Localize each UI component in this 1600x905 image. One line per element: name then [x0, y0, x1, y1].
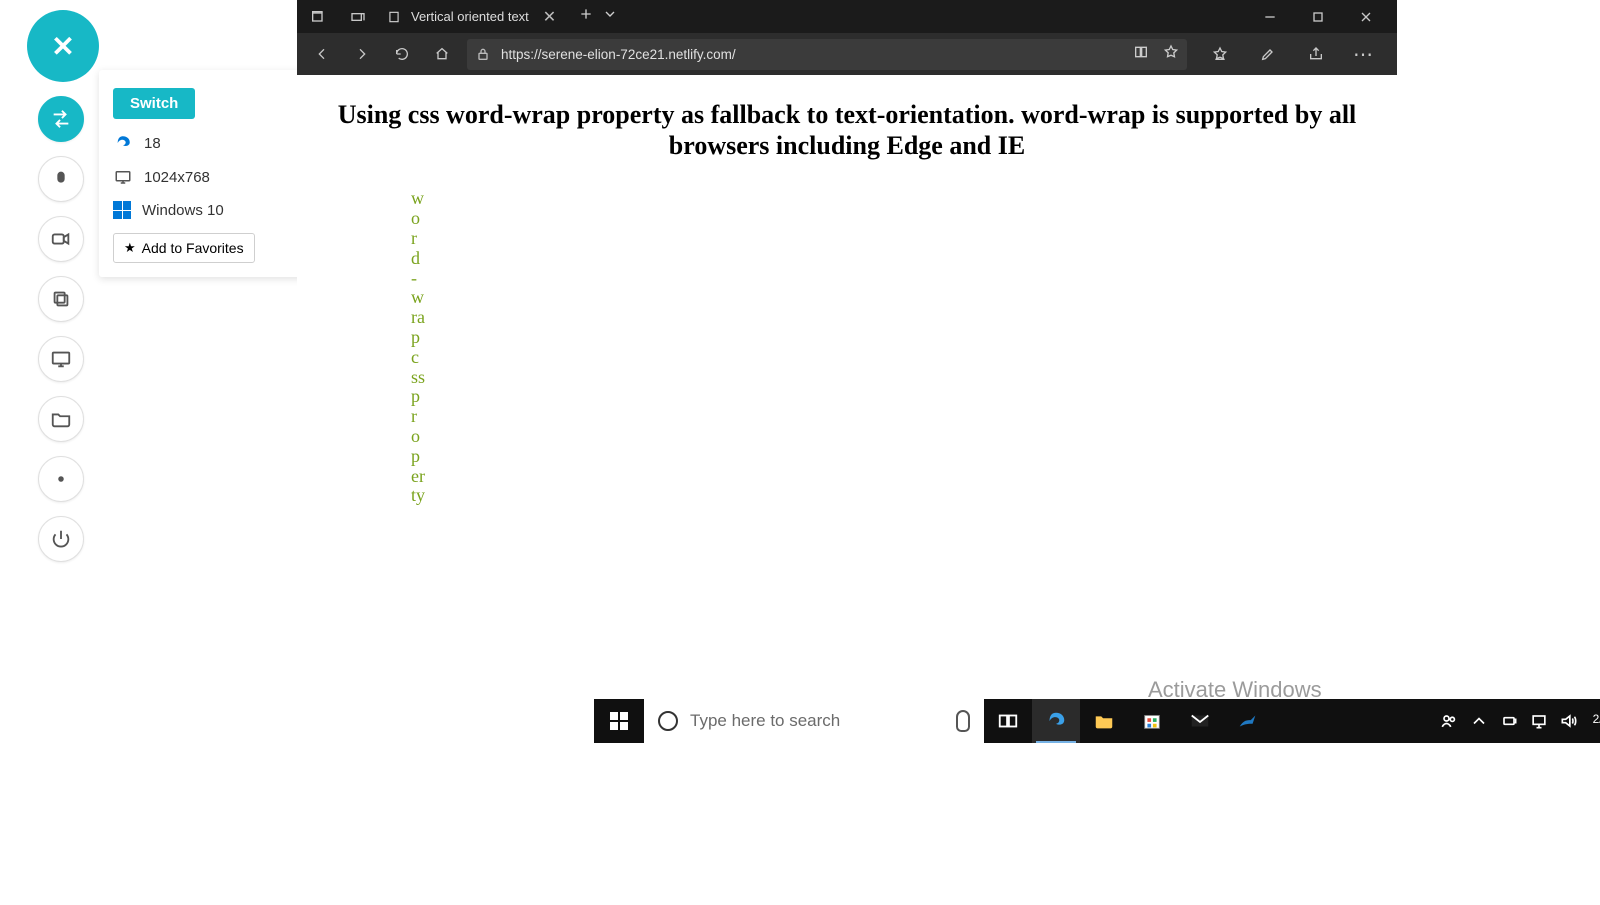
tab-title: Vertical oriented text: [411, 9, 529, 24]
favorites-list-icon[interactable]: [1205, 39, 1235, 69]
start-button[interactable]: [594, 699, 644, 743]
close-icon: [51, 30, 74, 63]
switch-icon[interactable]: [38, 96, 84, 142]
window-close-button[interactable]: [1351, 2, 1381, 32]
copy-icon[interactable]: [38, 276, 84, 322]
task-view-button[interactable]: [984, 699, 1032, 743]
windows-logo-icon: [610, 712, 628, 730]
nav-back-button[interactable]: [307, 39, 337, 69]
window-minimize-button[interactable]: [1255, 2, 1285, 32]
add-favorites-button[interactable]: ★ Add to Favorites: [113, 233, 255, 263]
cortana-icon: [658, 711, 678, 731]
lock-icon: [475, 46, 491, 62]
clock-date: 2/27/2019: [1593, 713, 1600, 727]
switch-button[interactable]: Switch: [113, 88, 195, 119]
window-titlebar: Vertical oriented text ✕: [297, 0, 1397, 33]
notes-icon[interactable]: [1253, 39, 1283, 69]
right-gutter: [1397, 0, 1600, 905]
page-heading: Using css word-wrap property as fallback…: [297, 99, 1397, 161]
taskbar-search[interactable]: Type here to search: [644, 699, 984, 743]
tab-page-icon: [387, 10, 401, 24]
tabs-preview-icon[interactable]: [343, 2, 373, 32]
search-placeholder: Type here to search: [690, 711, 944, 731]
add-favorites-label: Add to Favorites: [142, 240, 244, 256]
edge-icon: [113, 133, 133, 153]
star-icon: ★: [124, 240, 136, 256]
taskbar-app-store[interactable]: [1128, 699, 1176, 743]
nav-forward-button[interactable]: [347, 39, 377, 69]
close-session-button[interactable]: [27, 10, 99, 82]
vertical-text-demo: word-wrap css property: [411, 189, 425, 506]
browser-version-label: 18: [144, 135, 161, 152]
windows-icon: [113, 201, 131, 219]
screen-icon: [113, 167, 133, 187]
browser-navbar: https://serene-elion-72ce21.netlify.com/: [297, 33, 1397, 75]
browser-row: 18: [113, 133, 303, 153]
video-icon[interactable]: [38, 216, 84, 262]
windows-taskbar: Type here to search 9:57 AM 2/27/2019 5: [594, 699, 1600, 743]
share-icon[interactable]: [1301, 39, 1331, 69]
tab-dropdown-icon[interactable]: [602, 6, 618, 27]
os-row: Windows 10: [113, 201, 303, 219]
session-info-card: Switch 18 1024x768 Windows 10 ★ Add to F…: [99, 70, 317, 277]
tool-panel: Switch 18 1024x768 Windows 10 ★ Add to F…: [0, 0, 297, 905]
gear-icon[interactable]: [38, 456, 84, 502]
tab-close-icon[interactable]: ✕: [539, 7, 560, 27]
system-tray: [1431, 699, 1587, 743]
taskbar-app-explorer[interactable]: [1080, 699, 1128, 743]
bug-icon[interactable]: [38, 156, 84, 202]
nav-refresh-button[interactable]: [387, 39, 417, 69]
resolution-label: 1024x768: [144, 169, 210, 186]
browser-tab[interactable]: Vertical oriented text ✕: [379, 0, 572, 33]
resolution-row: 1024x768: [113, 167, 303, 187]
remote-viewport: Vertical oriented text ✕ https://serene-…: [297, 0, 1397, 824]
side-icons: [38, 96, 84, 562]
new-tab-button[interactable]: [578, 6, 594, 27]
taskbar-app-edge[interactable]: [1032, 699, 1080, 743]
tray-chevron-up-icon[interactable]: [1469, 711, 1489, 731]
page-content: Using css word-wrap property as fallback…: [297, 75, 1397, 779]
display-icon[interactable]: [38, 336, 84, 382]
network-icon[interactable]: [1529, 711, 1549, 731]
url-text: https://serene-elion-72ce21.netlify.com/: [501, 47, 1123, 62]
nav-home-button[interactable]: [427, 39, 457, 69]
os-label: Windows 10: [142, 202, 224, 219]
clock-time: 9:57 AM: [1593, 699, 1600, 713]
more-menu-icon[interactable]: [1349, 39, 1379, 69]
taskbar-app-wireshark[interactable]: [1224, 699, 1272, 743]
people-icon[interactable]: [1439, 711, 1459, 731]
address-bar[interactable]: https://serene-elion-72ce21.netlify.com/: [467, 39, 1187, 70]
set-aside-tabs-icon[interactable]: [303, 2, 333, 32]
folder-icon[interactable]: [38, 396, 84, 442]
taskbar-app-mail[interactable]: [1176, 699, 1224, 743]
mic-icon[interactable]: [956, 710, 970, 732]
battery-icon[interactable]: [1499, 711, 1519, 731]
volume-icon[interactable]: [1559, 711, 1579, 731]
power-icon[interactable]: [38, 516, 84, 562]
favorite-star-icon[interactable]: [1163, 44, 1179, 65]
reading-view-icon[interactable]: [1133, 44, 1149, 65]
taskbar-clock[interactable]: 9:57 AM 2/27/2019: [1587, 699, 1600, 743]
window-maximize-button[interactable]: [1303, 2, 1333, 32]
